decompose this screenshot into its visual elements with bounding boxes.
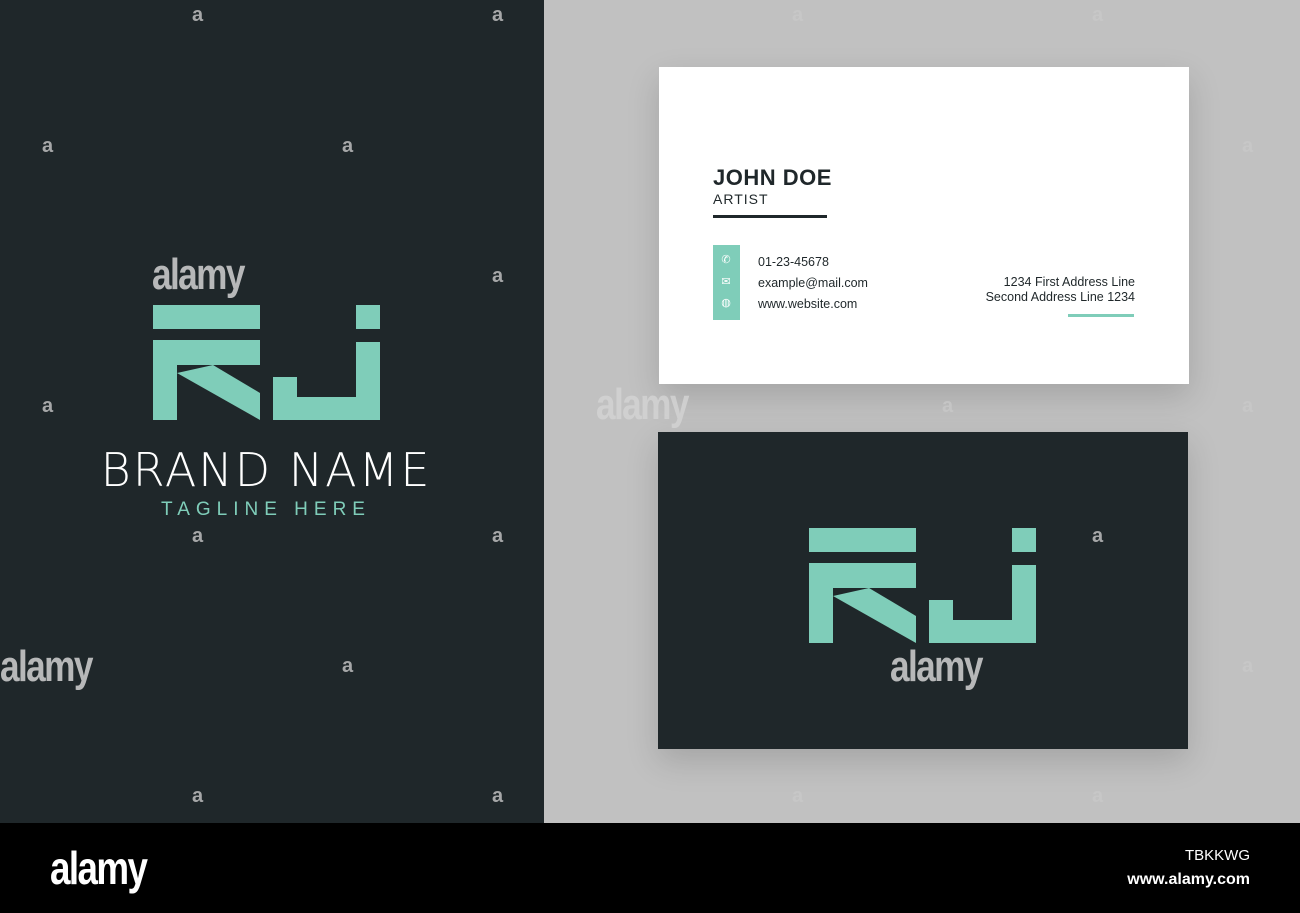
watermark: a xyxy=(792,785,804,807)
footer-bar: alamy TBKKWG www.alamy.com xyxy=(0,823,1300,913)
card-name: JOHN DOE xyxy=(713,165,832,190)
watermark: a xyxy=(192,4,204,26)
watermark: a xyxy=(492,4,504,26)
card-address-line1: 1234 First Address Line xyxy=(1003,275,1135,289)
card-address-line2: Second Address Line 1234 xyxy=(985,290,1135,304)
watermark: a xyxy=(1092,525,1104,547)
brand-tagline: TAGLINE HERE xyxy=(161,499,371,520)
watermark: a xyxy=(1242,655,1254,677)
watermark: a xyxy=(1242,135,1254,157)
watermark: a xyxy=(42,395,54,417)
watermark: a xyxy=(342,655,354,677)
brand-name: BRAND NAME xyxy=(100,443,432,497)
watermark: a xyxy=(942,395,954,417)
brand-panel: BRAND NAME TAGLINE HERE xyxy=(0,0,544,823)
accent-line xyxy=(1068,314,1134,317)
contact-icon-bar: ✆ ✉ ◍ xyxy=(713,245,740,320)
globe-icon: ◍ xyxy=(721,297,731,309)
watermark: a xyxy=(792,4,804,26)
business-card-back xyxy=(658,432,1188,749)
watermark: a xyxy=(1092,4,1104,26)
watermark: a xyxy=(192,525,204,547)
image-id: TBKKWG xyxy=(1184,847,1250,864)
business-card-front: JOHN DOE ARTIST ✆ ✉ ◍ 01-23-45678 exampl… xyxy=(659,67,1189,384)
watermark: a xyxy=(492,785,504,807)
watermark: a xyxy=(42,135,54,157)
watermark: alamy xyxy=(0,642,93,691)
watermark: a xyxy=(192,785,204,807)
rj-monogram-logo xyxy=(809,528,1036,643)
watermark: a xyxy=(1092,785,1104,807)
rj-monogram-logo xyxy=(153,305,380,420)
phone-icon: ✆ xyxy=(721,254,731,266)
card-phone: 01-23-45678 xyxy=(758,255,829,269)
card-website: www.website.com xyxy=(758,297,858,311)
watermark: alamy xyxy=(152,250,245,299)
watermark: alamy xyxy=(596,380,689,429)
footer-url[interactable]: www.alamy.com xyxy=(1127,871,1250,889)
divider xyxy=(713,215,827,218)
alamy-logo: alamy xyxy=(50,842,148,894)
watermark: a xyxy=(492,265,504,287)
watermark: a xyxy=(342,135,354,157)
mail-icon: ✉ xyxy=(721,276,731,288)
watermark: a xyxy=(492,525,504,547)
card-role: ARTIST xyxy=(713,191,769,207)
card-email: example@mail.com xyxy=(758,276,868,290)
watermark: alamy xyxy=(890,642,983,691)
watermark: a xyxy=(1242,395,1254,417)
